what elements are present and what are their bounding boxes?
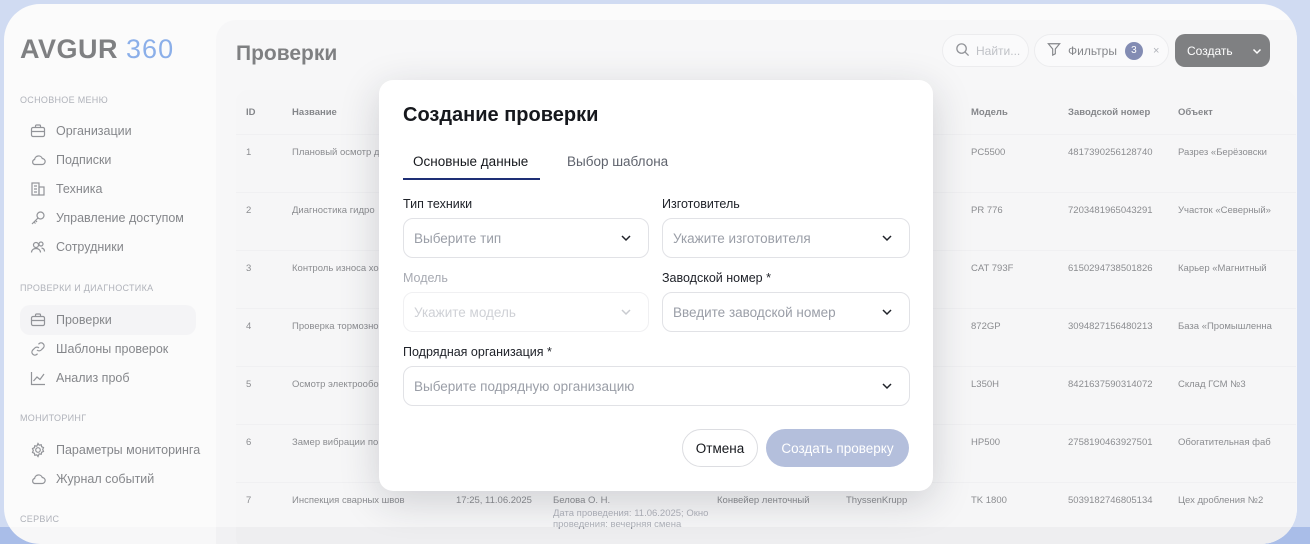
- manufacturer-placeholder: Укажите изготовителя: [673, 230, 811, 246]
- manufacturer-select[interactable]: Укажите изготовителя: [662, 218, 910, 258]
- contractor-placeholder: Выберите подрядную организацию: [414, 378, 635, 394]
- chevron-down-icon: [881, 380, 893, 392]
- model-select: Укажите модель: [403, 292, 649, 332]
- serial-number-label: Заводской номер *: [662, 271, 771, 285]
- chevron-down-icon: [620, 232, 632, 244]
- create-inspection-modal: Создание проверки Основные данные Выбор …: [379, 80, 933, 491]
- manufacturer-label: Изготовитель: [662, 197, 740, 211]
- serial-number-placeholder: Введите заводской номер: [673, 304, 836, 320]
- tab-template-select[interactable]: Выбор шаблона: [567, 154, 668, 169]
- create-inspection-button[interactable]: Создать проверку: [766, 429, 909, 467]
- modal-title: Создание проверки: [403, 104, 599, 126]
- model-placeholder: Укажите модель: [414, 304, 516, 320]
- tab-basic-data[interactable]: Основные данные: [413, 154, 528, 169]
- window-frame: AVGUR 360 ОСНОВНОЕ МЕНЮ Организации Подп…: [0, 0, 1310, 544]
- chevron-down-icon: [881, 306, 893, 318]
- active-tab-indicator: [403, 178, 540, 180]
- serial-number-field[interactable]: Введите заводской номер: [662, 292, 910, 332]
- equipment-type-placeholder: Выберите тип: [414, 230, 502, 246]
- chevron-down-icon: [620, 306, 632, 318]
- cancel-button[interactable]: Отмена: [682, 429, 758, 467]
- model-label: Модель: [403, 271, 448, 285]
- contractor-label: Подрядная организация *: [403, 345, 552, 359]
- equipment-type-label: Тип техники: [403, 197, 473, 211]
- contractor-select[interactable]: Выберите подрядную организацию: [403, 366, 910, 406]
- equipment-type-select[interactable]: Выберите тип: [403, 218, 649, 258]
- chevron-down-icon: [881, 232, 893, 244]
